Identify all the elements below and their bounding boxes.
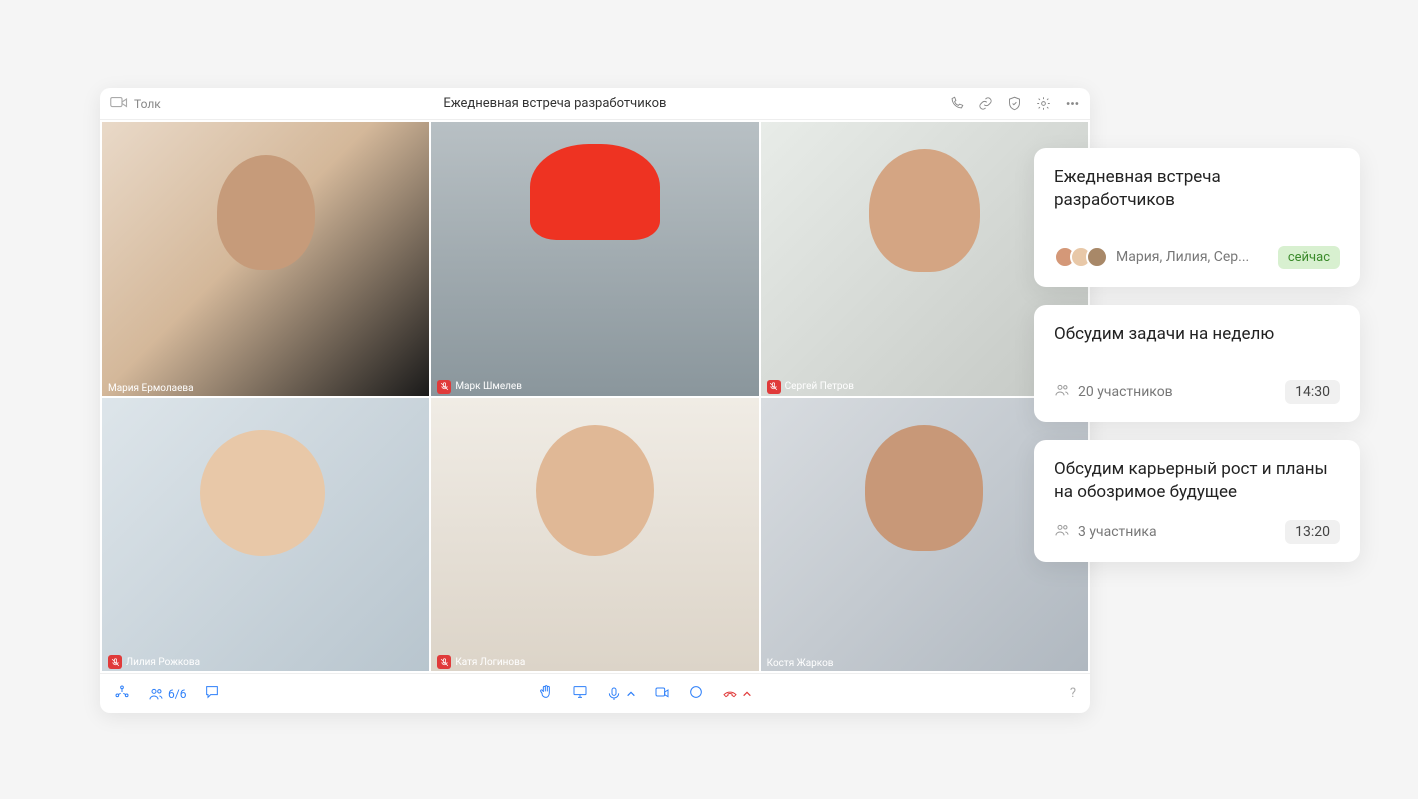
more-icon[interactable] bbox=[1065, 96, 1080, 111]
screen-share-button[interactable] bbox=[572, 684, 588, 704]
now-badge: сейчас bbox=[1278, 246, 1340, 269]
participant-name: Марк Шмелев bbox=[455, 381, 522, 392]
record-button[interactable] bbox=[688, 684, 704, 704]
video-call-window: Толк Ежедневная встреча разработчиков Ма… bbox=[100, 88, 1090, 713]
mic-button[interactable] bbox=[606, 684, 636, 703]
meeting-card-subtitle: 20 участников bbox=[1078, 384, 1277, 400]
raise-hand-button[interactable] bbox=[538, 684, 554, 704]
link-icon[interactable] bbox=[978, 96, 993, 111]
participant-video bbox=[102, 398, 429, 672]
time-badge: 13:20 bbox=[1285, 520, 1340, 544]
meeting-card-title: Обсудим задачи на неделю bbox=[1054, 323, 1340, 346]
meeting-card[interactable]: Обсудим карьерный рост и планы на обозри… bbox=[1034, 440, 1360, 562]
participant-name: Катя Логинова bbox=[455, 657, 525, 668]
participant-tile[interactable]: Мария Ермолаева bbox=[102, 122, 429, 396]
chat-button[interactable] bbox=[204, 684, 220, 704]
participant-name: Мария Ермолаева bbox=[108, 383, 194, 394]
meeting-card-title: Обсудим карьерный рост и планы на обозри… bbox=[1054, 458, 1340, 504]
layout-button[interactable] bbox=[114, 684, 130, 704]
participant-tile[interactable]: Катя Логинова bbox=[431, 398, 758, 672]
participant-name-badge: Костя Жарков bbox=[761, 656, 840, 671]
hangup-button[interactable] bbox=[722, 684, 752, 703]
window-header: Толк Ежедневная встреча разработчиков bbox=[100, 88, 1090, 120]
participants-button[interactable]: 6/6 bbox=[148, 686, 186, 702]
phone-icon[interactable] bbox=[949, 96, 964, 111]
people-icon bbox=[1054, 382, 1070, 402]
help-button[interactable]: ? bbox=[1070, 686, 1076, 701]
avatar-stack bbox=[1054, 246, 1108, 268]
gear-icon[interactable] bbox=[1036, 96, 1051, 111]
participant-video bbox=[431, 122, 758, 396]
participant-name-badge: Катя Логинова bbox=[431, 653, 531, 671]
meeting-card-title: Ежедневная встреча разработчиков bbox=[1054, 166, 1340, 212]
participant-video bbox=[102, 122, 429, 396]
participant-name-badge: Марк Шмелев bbox=[431, 378, 528, 396]
video-grid: Мария Ермолаева Марк Шмелев Сергей Петро… bbox=[100, 120, 1090, 673]
chevron-up-icon bbox=[626, 684, 636, 703]
participant-count: 6/6 bbox=[168, 687, 186, 701]
muted-icon bbox=[108, 655, 122, 669]
meeting-title: Ежедневная встреча разработчиков bbox=[161, 96, 949, 111]
participant-name: Сергей Петров bbox=[785, 381, 854, 392]
meeting-card-subtitle: 3 участника bbox=[1078, 524, 1277, 540]
time-badge: 14:30 bbox=[1285, 380, 1340, 404]
avatar bbox=[1086, 246, 1108, 268]
meeting-cards: Ежедневная встреча разработчиков Мария, … bbox=[1034, 148, 1360, 562]
participant-name: Костя Жарков bbox=[767, 658, 834, 669]
meeting-card[interactable]: Обсудим задачи на неделю 20 участников 1… bbox=[1034, 305, 1360, 422]
participant-video bbox=[431, 398, 758, 672]
app-brand: Толк bbox=[110, 95, 161, 112]
shield-icon[interactable] bbox=[1007, 96, 1022, 111]
meeting-card[interactable]: Ежедневная встреча разработчиков Мария, … bbox=[1034, 148, 1360, 287]
meeting-card-subtitle: Мария, Лилия, Сер... bbox=[1116, 249, 1270, 265]
muted-icon bbox=[437, 380, 451, 394]
participant-tile[interactable]: Лилия Рожкова bbox=[102, 398, 429, 672]
app-name-label: Толк bbox=[134, 97, 161, 111]
muted-icon bbox=[437, 655, 451, 669]
meeting-card-row: 20 участников 14:30 bbox=[1054, 380, 1340, 404]
header-actions bbox=[949, 96, 1080, 111]
participant-name-badge: Лилия Рожкова bbox=[102, 653, 206, 671]
meeting-card-row: Мария, Лилия, Сер... сейчас bbox=[1054, 246, 1340, 269]
muted-icon bbox=[767, 380, 781, 394]
meeting-card-row: 3 участника 13:20 bbox=[1054, 520, 1340, 544]
call-toolbar: 6/6 ? bbox=[100, 673, 1090, 713]
participant-name: Лилия Рожкова bbox=[126, 657, 200, 668]
participant-name-badge: Мария Ермолаева bbox=[102, 381, 200, 396]
camera-icon bbox=[110, 95, 128, 112]
camera-button[interactable] bbox=[654, 684, 670, 704]
chevron-up-icon bbox=[742, 684, 752, 703]
participant-name-badge: Сергей Петров bbox=[761, 378, 860, 396]
participant-tile[interactable]: Марк Шмелев bbox=[431, 122, 758, 396]
people-icon bbox=[1054, 522, 1070, 542]
